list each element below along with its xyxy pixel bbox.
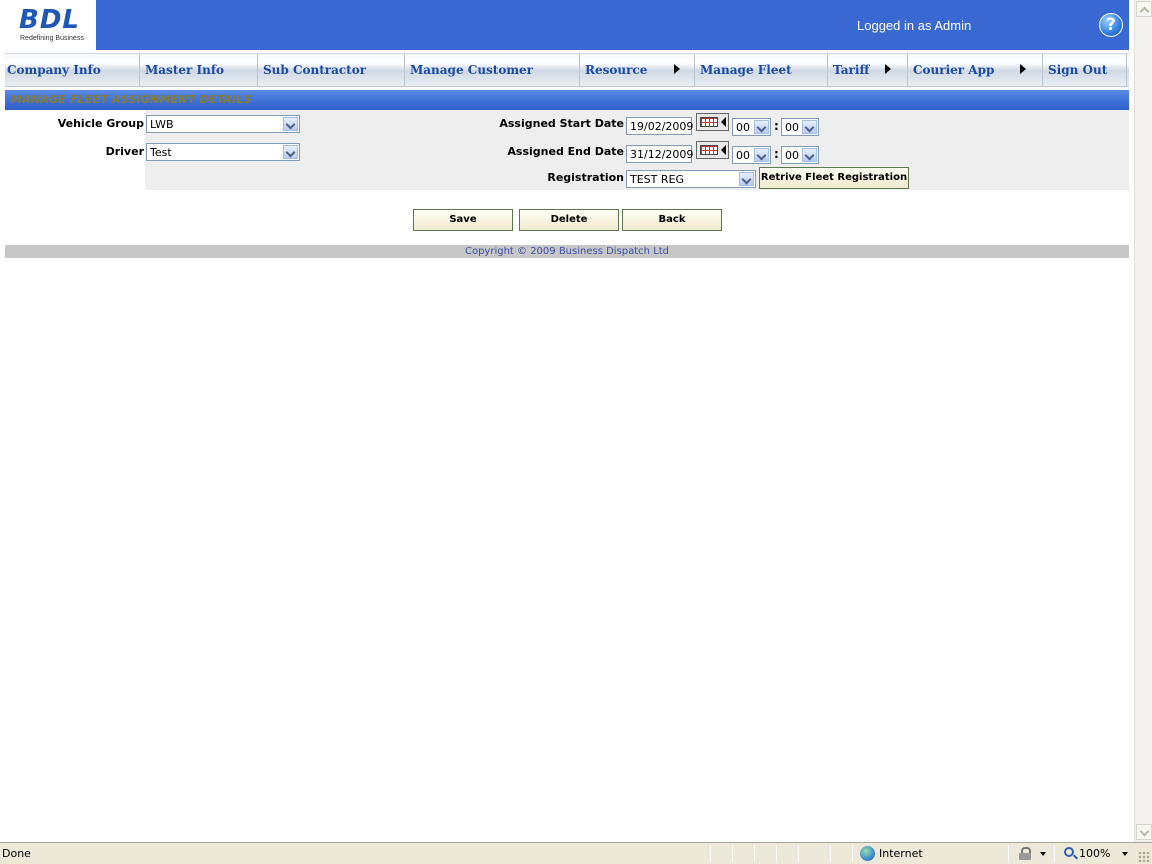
chevron-down-icon[interactable] — [754, 120, 769, 134]
globe-icon — [860, 846, 875, 861]
nav-label: Resource — [585, 63, 648, 77]
end-hour-select[interactable]: 00 — [732, 146, 771, 164]
end-calendar-button[interactable] — [696, 141, 729, 159]
browser-status-bar: Done Internet 100% — [0, 842, 1152, 864]
resize-grip-icon[interactable] — [1138, 851, 1150, 863]
logo[interactable]: BDL Redefining Business — [5, 0, 96, 50]
chevron-down-icon[interactable] — [283, 145, 298, 159]
status-divider — [798, 845, 799, 862]
driver-select[interactable]: Test — [146, 143, 300, 161]
nav-label: Manage Fleet — [700, 63, 792, 77]
protected-mode-icon[interactable] — [1018, 847, 1032, 860]
start-minute-value: 00 — [785, 121, 799, 134]
nav-item-sign-out[interactable]: Sign Out — [1043, 54, 1127, 86]
vehicle-group-label: Vehicle Group — [57, 117, 144, 130]
calendar-icon — [700, 117, 718, 127]
status-divider — [732, 845, 733, 862]
submenu-arrow-icon — [674, 64, 680, 74]
time-separator: : — [774, 147, 779, 161]
status-divider — [710, 845, 711, 862]
security-zone-text: Internet — [879, 847, 923, 860]
scroll-up-icon[interactable] — [1136, 1, 1152, 17]
browser-viewport: BDL Redefining Business Logged in as Adm… — [0, 0, 1134, 842]
nav-label: Courier App — [913, 63, 995, 77]
calendar-icon — [700, 145, 718, 155]
registration-value: TEST REG — [630, 173, 684, 186]
status-text: Done — [2, 847, 31, 860]
status-divider — [830, 845, 831, 862]
submenu-arrow-icon — [1020, 64, 1026, 74]
nav-item-courier-app[interactable]: Courier App — [908, 54, 1043, 86]
chevron-down-icon[interactable] — [283, 117, 298, 131]
main-nav: Company Info Master Info Sub Contractor … — [5, 53, 1129, 87]
start-minute-select[interactable]: 00 — [781, 118, 819, 136]
app-header: BDL Redefining Business Logged in as Adm… — [5, 0, 1129, 50]
time-separator: : — [774, 119, 779, 133]
chevron-down-icon[interactable] — [739, 172, 754, 186]
chevron-down-icon[interactable] — [802, 120, 817, 134]
chevron-down-icon[interactable] — [754, 148, 769, 162]
nav-item-resource[interactable]: Resource — [580, 54, 695, 86]
help-icon[interactable]: ? — [1099, 13, 1123, 37]
nav-label: Sub Contractor — [263, 63, 367, 77]
nav-label: Master Info — [145, 63, 224, 77]
nav-item-company-info[interactable]: Company Info — [5, 54, 140, 86]
copyright-text: Copyright © 2009 Business Dispatch Ltd — [464, 246, 670, 257]
submenu-arrow-icon — [885, 64, 891, 74]
save-button[interactable]: Save — [413, 209, 513, 231]
nav-item-tariff[interactable]: Tariff — [828, 54, 908, 86]
nav-item-manage-fleet[interactable]: Manage Fleet — [695, 54, 828, 86]
end-date-label: Assigned End Date — [507, 145, 624, 158]
zoom-level[interactable]: 100% — [1079, 847, 1110, 860]
status-divider — [1008, 845, 1009, 862]
section-header: MANAGE FLEET ASSIGNMENT DETAILS — [5, 90, 1129, 110]
end-hour-value: 00 — [736, 149, 750, 162]
status-divider — [1054, 845, 1055, 862]
section-title: MANAGE FLEET ASSIGNMENT DETAILS — [11, 93, 252, 106]
start-date-label: Assigned Start Date — [499, 117, 624, 130]
end-date-input[interactable]: 31/12/2009 — [626, 145, 693, 163]
arrow-left-icon — [721, 145, 726, 155]
arrow-left-icon — [721, 117, 726, 127]
logo-text: BDL — [19, 5, 80, 35]
page-footer: Copyright © 2009 Business Dispatch Ltd — [5, 245, 1129, 258]
status-divider — [852, 845, 853, 862]
nav-item-manage-customer[interactable]: Manage Customer — [405, 54, 580, 86]
registration-label: Registration — [547, 171, 624, 184]
nav-item-master-info[interactable]: Master Info — [140, 54, 258, 86]
chevron-down-icon[interactable] — [1040, 852, 1046, 856]
end-minute-select[interactable]: 00 — [781, 146, 819, 164]
nav-label: Tariff — [833, 63, 870, 77]
start-hour-select[interactable]: 00 — [732, 118, 771, 136]
nav-item-sub-contractor[interactable]: Sub Contractor — [258, 54, 405, 86]
logged-in-text: Logged in as Admin — [857, 18, 972, 33]
zoom-icon[interactable] — [1064, 847, 1074, 857]
start-hour-value: 00 — [736, 121, 750, 134]
chevron-down-icon[interactable] — [1122, 852, 1128, 856]
nav-label: Company Info — [7, 63, 101, 77]
vehicle-group-value: LWB — [150, 118, 174, 131]
scroll-down-icon[interactable] — [1136, 824, 1152, 840]
driver-value: Test — [150, 146, 172, 159]
status-divider — [754, 845, 755, 862]
delete-button[interactable]: Delete — [519, 209, 619, 231]
vehicle-group-select[interactable]: LWB — [146, 115, 300, 133]
chevron-down-icon[interactable] — [802, 148, 817, 162]
registration-select[interactable]: TEST REG — [626, 170, 756, 188]
vertical-scrollbar[interactable] — [1134, 0, 1152, 842]
nav-label: Sign Out — [1048, 63, 1108, 77]
logo-tagline: Redefining Business — [20, 35, 84, 42]
driver-label: Driver — [105, 145, 144, 158]
start-calendar-button[interactable] — [696, 113, 729, 131]
back-button[interactable]: Back — [622, 209, 722, 231]
retrieve-fleet-registration-button[interactable]: Retrive Fleet Registration — [759, 167, 909, 189]
nav-label: Manage Customer — [410, 63, 533, 77]
status-divider — [776, 845, 777, 862]
end-minute-value: 00 — [785, 149, 799, 162]
start-date-input[interactable]: 19/02/2009 — [626, 117, 693, 135]
